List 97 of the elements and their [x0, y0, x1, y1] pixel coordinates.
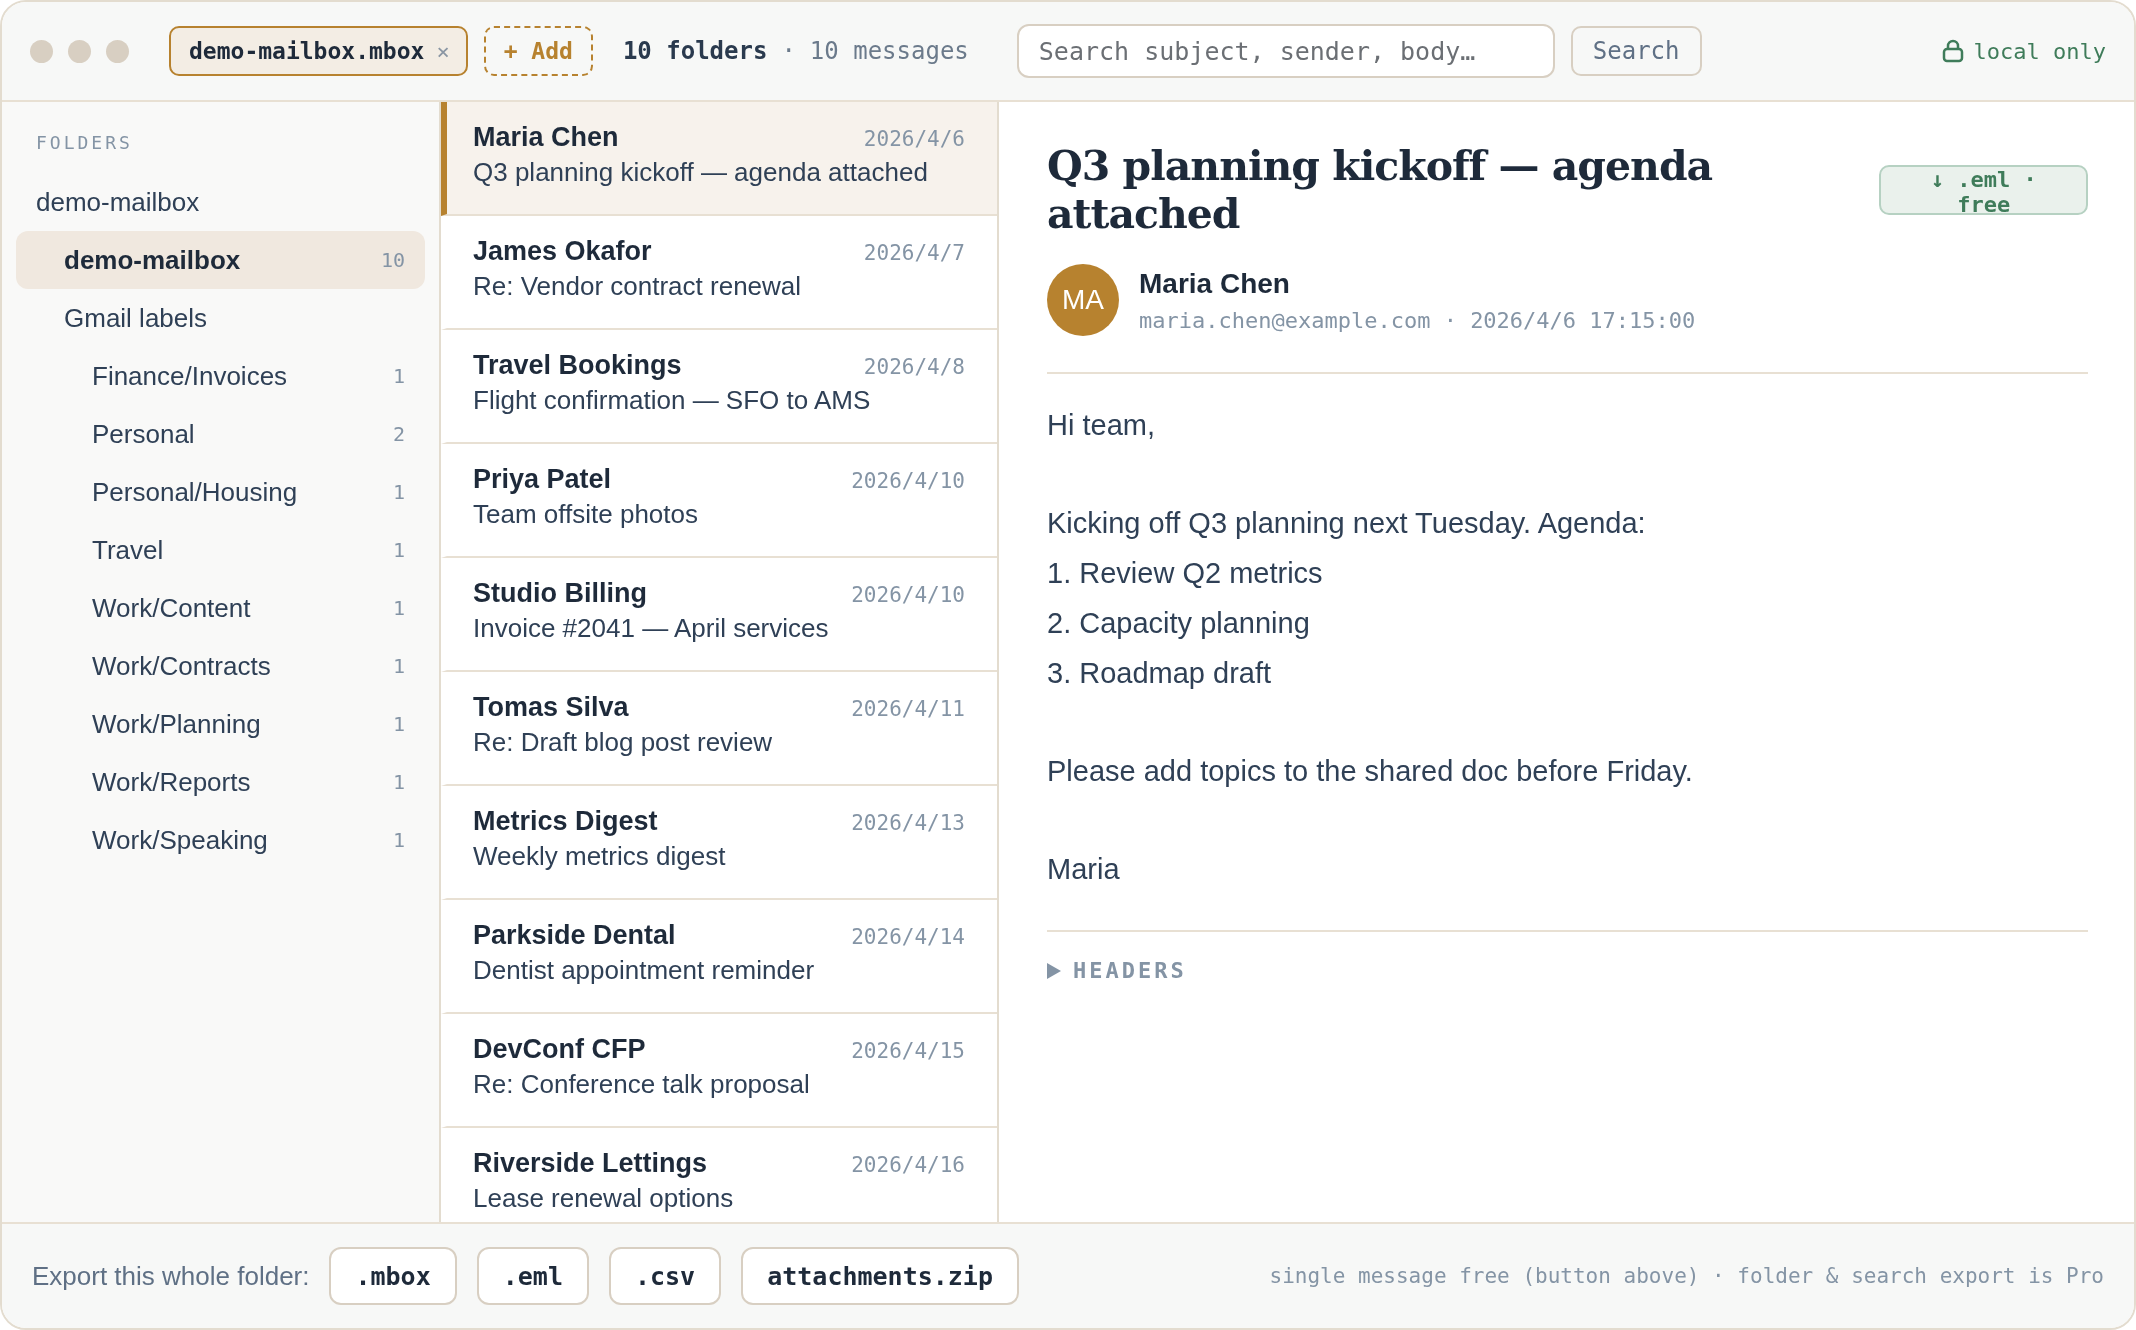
- folder-count: 1: [392, 654, 405, 678]
- body-line: 2. Capacity planning: [1047, 606, 1311, 641]
- message-sender: Travel Bookings: [473, 350, 682, 381]
- message-date: 2026/4/14: [851, 925, 965, 949]
- folder-item[interactable]: Personal 2: [16, 405, 425, 463]
- folder-count: 1: [392, 712, 405, 736]
- message-sender: Riverside Lettings: [473, 1148, 708, 1179]
- folder-item[interactable]: demo-mailbox: [16, 173, 425, 231]
- folder-count: 2: [392, 422, 405, 446]
- message-date: 2026/4/10: [851, 469, 965, 493]
- avatar: MA: [1047, 264, 1119, 336]
- folder-count: 10: [380, 248, 405, 272]
- message-sender: Priya Patel: [473, 464, 612, 495]
- message-sender: Parkside Dental: [473, 920, 676, 951]
- export-button[interactable]: .csv: [608, 1247, 722, 1305]
- message-count-text: 10 messages: [809, 37, 969, 65]
- folder-label: Work/Content: [92, 592, 251, 624]
- message-date: 2026/4/11: [851, 697, 965, 721]
- lock-icon: [1941, 39, 1964, 63]
- folder-item[interactable]: Gmail labels: [16, 289, 425, 347]
- folder-item[interactable]: Work/Planning 1: [16, 695, 425, 753]
- folder-label: Travel: [92, 534, 164, 566]
- message-date: 2026/4/15: [851, 1039, 965, 1063]
- message-subject: Re: Draft blog post review: [473, 727, 774, 758]
- folder-item[interactable]: Work/Reports 1: [16, 753, 425, 811]
- caret-right-icon: [1047, 962, 1061, 979]
- folder-label: Finance/Invoices: [92, 360, 288, 392]
- folder-label: Personal: [92, 418, 195, 450]
- folder-count: 1: [392, 828, 405, 852]
- message-sender: DevConf CFP: [473, 1034, 646, 1065]
- message-sender: Metrics Digest: [473, 806, 658, 837]
- message-sender: Studio Billing: [473, 578, 647, 609]
- folder-count: 1: [392, 596, 405, 620]
- body-line: 1. Review Q2 metrics: [1047, 556, 1324, 591]
- folder-count: 1: [392, 364, 405, 388]
- folder-count-text: 10 folders: [622, 37, 768, 65]
- message-subject: Weekly metrics digest: [473, 841, 727, 872]
- message-sender: Maria Chen: [473, 122, 619, 153]
- message-subject: Dentist appointment reminder: [473, 955, 816, 986]
- message-subject: Re: Conference talk proposal: [473, 1069, 811, 1100]
- folder-count: 1: [392, 480, 405, 504]
- message-subject: Q3 planning kickoff — agenda attached: [473, 157, 929, 188]
- folder-item[interactable]: Work/Contracts 1: [16, 637, 425, 695]
- message-date: 2026/4/13: [851, 811, 965, 835]
- export-button[interactable]: attachments.zip: [741, 1247, 1019, 1305]
- message-date: 2026/4/7: [863, 241, 965, 265]
- sender-name: Maria Chen: [1139, 267, 1291, 300]
- message-sender: Tomas Silva: [473, 692, 629, 723]
- folder-label: Work/Speaking: [92, 824, 268, 856]
- folder-label: demo-mailbox: [36, 186, 200, 218]
- body-line: Kicking off Q3 planning next Tuesday. Agenda:: [1047, 506, 1647, 541]
- folder-item[interactable]: Finance/Invoices 1: [16, 347, 425, 405]
- separator: ·: [781, 37, 796, 65]
- folder-item[interactable]: Personal/Housing 1: [16, 463, 425, 521]
- message-subject: Re: Vendor contract renewal: [473, 271, 803, 302]
- folder-label: Personal/Housing: [92, 476, 298, 508]
- search-field[interactable]: Search subject, sender, body…: [1016, 24, 1555, 78]
- message-row[interactable]: Maria Chen 2026/4/6 Q3 planning kickoff — agenda attached: [441, 102, 997, 216]
- file-tab[interactable]: demo-mailbox.mbox ×: [169, 26, 468, 76]
- message-date: 2026/4/8: [863, 355, 965, 379]
- message-date: 2026/4/10: [851, 583, 965, 607]
- window-control[interactable]: [30, 39, 53, 63]
- folder-label: Work/Contracts: [92, 650, 271, 682]
- export-button[interactable]: .eml: [476, 1247, 589, 1305]
- folder-label: Gmail labels: [64, 302, 208, 334]
- body-line: 3. Roadmap draft: [1047, 656, 1273, 691]
- sender-meta: maria.chen@example.com · 2026/4/6 17:15:00: [1139, 307, 1696, 333]
- folder-count: 1: [392, 538, 405, 562]
- message-sender: James Okafor: [473, 236, 652, 267]
- message-subject: Flight confirmation — SFO to AMS: [473, 385, 872, 416]
- message-subject: Team offsite photos: [473, 499, 699, 530]
- body-line: Maria: [1047, 852, 1121, 887]
- export-note: single message free (button above) · folder & search export is Pro: [1269, 1264, 2104, 1288]
- message-subject: Invoice #2041 — April services: [473, 613, 830, 644]
- message-subject: Lease renewal options: [473, 1183, 735, 1214]
- search-button[interactable]: Search: [1570, 26, 1702, 76]
- folder-item[interactable]: Work/Speaking 1: [16, 811, 425, 869]
- body-line: Please add topics to the shared doc before Friday.: [1047, 754, 1694, 789]
- folder-label: demo-mailbox: [64, 244, 241, 276]
- folder-item[interactable]: Travel 1: [16, 521, 425, 579]
- download-button[interactable]: ↓ .eml · free: [1879, 165, 2088, 215]
- window-control[interactable]: [68, 39, 91, 63]
- message-date: 2026/4/6: [863, 127, 965, 151]
- export-button[interactable]: .mbox: [329, 1247, 457, 1305]
- folder-count: 1: [392, 770, 405, 794]
- folder-item[interactable]: Work/Content 1: [16, 579, 425, 637]
- file-tab-label: demo-mailbox.mbox: [189, 38, 425, 64]
- folder-item[interactable]: demo-mailbox 10: [16, 231, 425, 289]
- window-control[interactable]: [106, 39, 129, 63]
- message-date: 2026/4/16: [851, 1153, 965, 1177]
- folder-label: Work/Planning: [92, 708, 261, 740]
- message-title: Q3 planning kickoff — agenda attached: [1047, 142, 1714, 238]
- folder-label: Work/Reports: [92, 766, 251, 798]
- sidebar-heading: FOLDERS: [35, 132, 134, 153]
- body-line: Hi team,: [1047, 408, 1156, 443]
- privacy-label: local only: [1973, 38, 2106, 64]
- export-label: Export this whole folder:: [32, 1260, 310, 1292]
